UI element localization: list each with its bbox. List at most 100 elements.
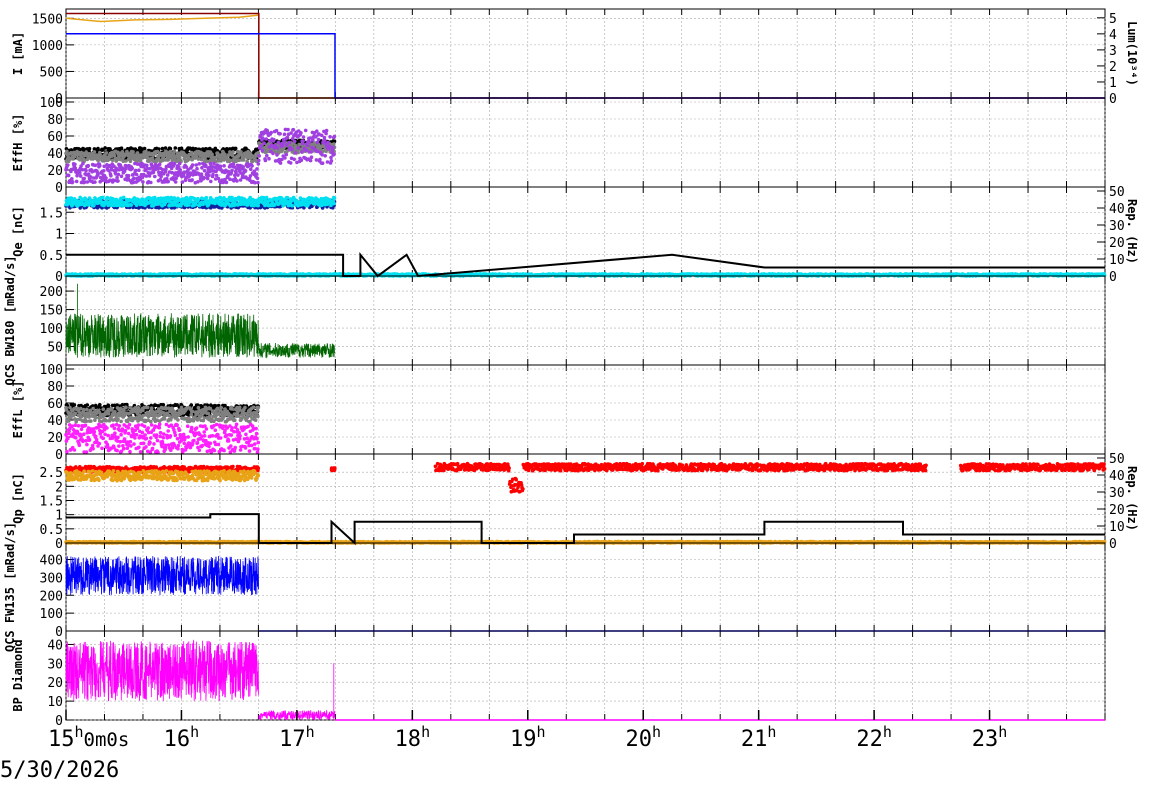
data-point [166,173,170,177]
data-point [96,173,100,177]
y-axis-label: EffH [%] [11,114,25,172]
y2-tick-label: 5 [1109,12,1117,27]
data-point [181,180,185,184]
y2-axis-label: Rep. (Hz) [1125,199,1139,264]
data-point [302,135,306,139]
data-point [228,177,232,181]
data-point [300,150,304,154]
data-point [122,196,126,200]
data-point [174,146,178,150]
data-point [249,167,253,171]
data-point [283,156,287,160]
panel-frame [66,98,1105,187]
data-point [78,171,82,175]
data-point [202,176,206,180]
data-point [89,175,93,179]
data-point [81,162,85,166]
data-point [178,168,182,172]
data-point [194,163,198,167]
data-point [265,154,269,158]
data-point [81,168,85,172]
series-line-0 [66,15,1105,98]
data-point [261,136,265,140]
data-point [289,131,293,135]
data-point [257,159,261,163]
data-point [205,196,209,200]
data-point [261,149,265,153]
data-point [141,180,145,184]
data-point [315,158,319,162]
data-point [299,131,303,135]
data-point [286,128,290,132]
series-line-1 [66,14,1105,99]
y-tick-label: 80 [47,113,63,128]
y-axis-label: Qe [nC] [11,206,25,257]
data-point [255,172,259,176]
data-point [292,128,296,132]
data-point [115,176,119,180]
data-point [232,162,236,166]
y2-tick-label: 10 [1109,253,1125,268]
data-point [116,179,120,183]
data-point [102,169,106,173]
data-point [174,180,178,184]
data-point [318,158,322,162]
data-point [301,139,305,143]
data-point [269,131,273,135]
data-point [173,150,177,154]
y-axis-label: I [mA] [11,32,25,75]
data-point [257,154,261,158]
data-point [291,204,295,208]
data-point [82,177,86,181]
y2-tick-label: 3 [1109,44,1117,59]
data-point [84,169,88,173]
data-point [282,140,286,144]
data-point [262,141,266,145]
data-point [93,150,97,154]
data-point [107,158,111,162]
y-tick-label: 100 [40,96,63,111]
data-point [320,153,324,157]
data-point [234,147,238,151]
data-point [331,149,335,153]
data-point [264,159,268,163]
data-point [265,196,269,200]
data-point [120,175,124,179]
y2-tick-label: 50 [1109,185,1125,200]
data-point [70,177,74,181]
data-point [106,196,110,200]
data-point [257,162,261,166]
data-point [92,204,96,208]
data-point [317,138,321,142]
y-tick-label: 1 [55,228,63,243]
data-point [244,169,248,173]
data-point [278,132,282,136]
data-point [78,158,82,162]
data-point [259,144,263,148]
data-point [321,161,325,165]
y-tick-label: 500 [40,65,63,80]
data-point [86,164,90,168]
data-point [129,203,133,207]
y2-tick-label: 30 [1109,219,1125,234]
data-point [66,163,70,167]
data-point [67,174,71,178]
data-point [326,160,330,164]
data-point [94,164,98,168]
data-point [333,196,337,200]
data-point [225,181,229,185]
data-point [153,175,157,179]
data-point [332,142,336,146]
data-point [256,181,260,185]
data-point [249,174,253,178]
data-point [292,158,296,162]
data-point [265,137,269,141]
data-point [289,161,293,165]
panel-frame [66,9,1105,98]
y-tick-label: 1500 [32,12,63,27]
data-point [328,145,332,149]
data-point [131,150,135,154]
data-point [275,153,279,157]
data-point [149,181,153,185]
data-point [144,150,148,154]
